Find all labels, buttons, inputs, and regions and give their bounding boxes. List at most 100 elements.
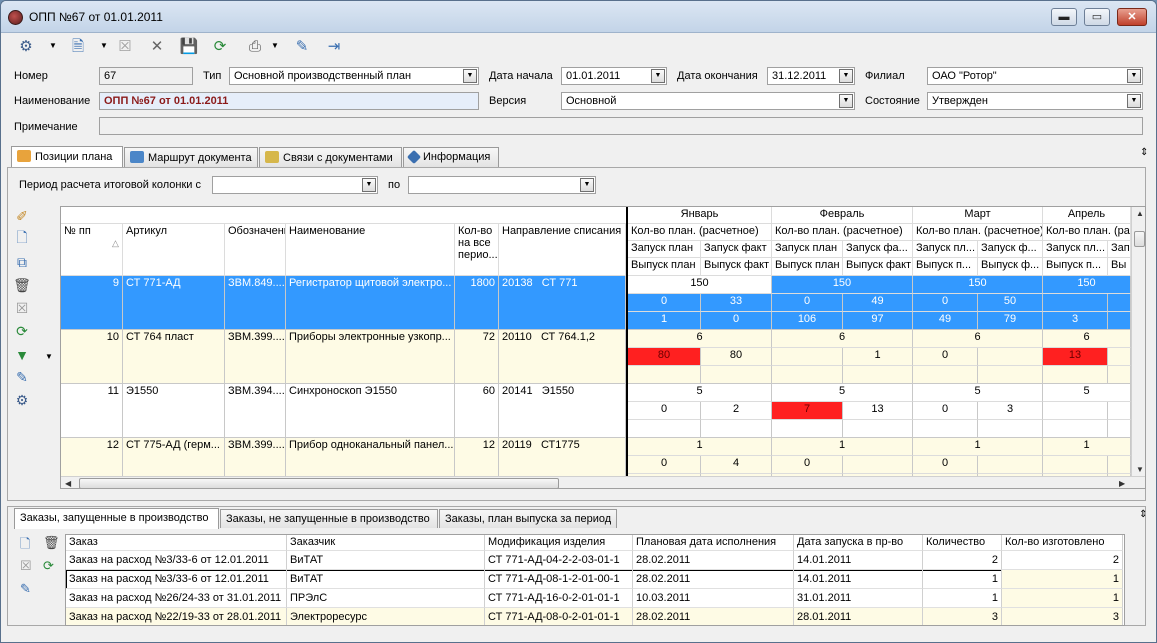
col-header-no[interactable]: № пп △ [61,224,123,276]
cell-plan[interactable]: 6 [1043,330,1131,348]
cell-launch-plan[interactable]: 80 [628,348,701,366]
edit-icon[interactable]: ✎ [291,35,313,57]
cell-release-fact[interactable] [1108,420,1131,438]
orders-cell[interactable]: Заказ на расход №3/33-6 от 12.01.2011 [66,551,287,570]
cell-launch-fact[interactable] [843,456,913,474]
cell-no[interactable]: 9 [61,276,123,330]
tab-release-plan-orders[interactable]: Заказы, план выпуска за период [439,509,617,528]
cell-release-plan[interactable] [1043,366,1108,384]
period-to-select[interactable]: ▼ [408,176,596,194]
new-document-icon[interactable]: 🗋 [20,535,30,557]
orders-cell[interactable]: Заказ на расход №22/19-33 от 28.01.2011 [66,608,287,625]
orders-cell[interactable]: 1 [923,570,1002,589]
cell-release-fact[interactable] [701,420,772,438]
cell-launch-fact[interactable] [1108,348,1131,366]
release-plan-subheader[interactable]: Выпуск п... [913,258,978,276]
scroll-thumb[interactable] [79,478,559,488]
cell-no[interactable]: 11 [61,384,123,438]
new-document-icon[interactable]: 🗋 [8,228,36,250]
cell-code[interactable]: ЗВМ.399.... [225,330,286,384]
cell-plan[interactable]: 1 [1043,438,1131,456]
state-select[interactable]: Утвержден ▼ [927,92,1143,110]
scroll-down-icon[interactable]: ▼ [1136,465,1144,474]
orders-cell[interactable]: 31.01.2011 [794,589,923,608]
document-icon[interactable]: 🗎 [67,35,89,57]
orders-cell[interactable]: ВиТАТ [287,570,485,589]
tab-document-route[interactable]: Маршрут документа [124,147,258,167]
cell-name[interactable]: Приборы электронные узкопр... [286,330,455,384]
release-fact-subheader[interactable]: Выпуск факт [701,258,772,276]
chevron-down-icon[interactable]: ▼ [362,178,376,192]
plan-subheader[interactable]: Кол-во план. (расчетное) [772,224,913,241]
cell-article[interactable]: СТ 771-АД [123,276,225,330]
cell-code[interactable]: ЗВМ.849.... [225,276,286,330]
cell-plan[interactable]: 5 [628,384,772,402]
cell-launch-fact[interactable]: 1 [843,348,913,366]
close-button[interactable]: ✕ [1117,8,1147,26]
chevron-down-icon[interactable]: ▼ [839,69,853,83]
refresh-icon[interactable]: ⟳ [209,35,231,57]
orders-cell[interactable]: СТ 771-АД-16-0-2-01-01-1 [485,589,633,608]
title-bar[interactable]: ОПП №67 от 01.01.2011 ▬ ▭ ✕ [1,1,1156,33]
cell-launch-fact[interactable]: 33 [701,294,772,312]
cancel-icon[interactable]: ☒ [8,297,36,319]
orders-cell[interactable]: ВиТАТ [287,551,485,570]
cell-plan[interactable]: 1 [913,438,1043,456]
cell-release-fact[interactable] [701,366,772,384]
plan-subheader[interactable]: Кол-во план. (расчетное) [628,224,772,241]
col-header-code[interactable]: Обозначение [225,224,286,276]
cell-launch-plan[interactable]: 0 [628,294,701,312]
maximize-button[interactable]: ▭ [1084,8,1110,26]
cell-launch-fact[interactable]: 13 [843,402,913,420]
filter-icon[interactable]: ▼ [8,344,36,366]
cell-launch-plan[interactable]: 0 [628,402,701,420]
cell-launch-fact[interactable] [978,348,1043,366]
cell-launch-plan[interactable]: 0 [772,294,843,312]
grid-vertical-scrollbar[interactable]: ▲ ▼ [1131,207,1145,476]
cell-release-plan[interactable] [913,366,978,384]
orders-cell[interactable]: Заказ на расход №3/33-6 от 12.01.2011 [66,570,287,589]
launch-fact-subheader[interactable]: Зап [1108,241,1131,258]
cell-article[interactable]: СТ 764 пласт [123,330,225,384]
release-plan-subheader[interactable]: Выпуск план [628,258,701,276]
cell-release-plan[interactable] [1043,420,1108,438]
release-fact-subheader[interactable]: Выпуск факт [843,258,913,276]
cell-direction[interactable]: 20141 Э1550 [499,384,626,438]
cell-code[interactable]: ЗВМ.394.... [225,384,286,438]
orders-cell[interactable]: 2 [1002,551,1123,570]
tab-information[interactable]: Информация [403,147,499,167]
orders-col-header[interactable]: Заказчик [287,535,485,551]
date-end-field[interactable]: 31.12.2011 ▼ [767,67,855,85]
orders-cell[interactable]: 1 [1002,589,1123,608]
grid-horizontal-scrollbar[interactable]: ◀ ▶ [61,476,1145,488]
orders-cell[interactable]: Электроресурс [287,608,485,625]
col-header-name[interactable]: Наименование [286,224,455,276]
cell-launch-fact[interactable]: 3 [978,402,1043,420]
cell-name[interactable]: Регистратор щитовой электро... [286,276,455,330]
orders-col-header[interactable]: Заказ [66,535,287,551]
orders-cell[interactable]: 2 [923,551,1002,570]
cell-launch-plan[interactable]: 0 [913,402,978,420]
tab-not-launched-orders[interactable]: Заказы, не запущенные в производство [220,509,438,528]
cell-release-plan[interactable]: 106 [772,312,843,330]
cell-qty[interactable]: 1800 [455,276,499,330]
release-fact-subheader[interactable]: Выпуск ф... [978,258,1043,276]
cell-release-fact[interactable] [843,366,913,384]
cell-launch-plan[interactable]: 7 [772,402,843,420]
orders-col-header[interactable]: Количество [923,535,1002,551]
chevron-down-icon[interactable]: ▼ [1127,69,1141,83]
edit-icon[interactable]: ✎ [8,366,36,388]
cell-release-plan[interactable]: 3 [1043,312,1108,330]
date-start-field[interactable]: 01.01.2011 ▼ [561,67,667,85]
tab-launched-orders[interactable]: Заказы, запущенные в производство [14,508,219,529]
period-from-select[interactable]: ▼ [212,176,378,194]
cell-launch-fact[interactable] [978,456,1043,474]
launch-fact-subheader[interactable]: Запуск факт [701,241,772,258]
cell-plan[interactable]: 150 [772,276,913,294]
orders-col-header[interactable]: Плановая дата исполнения [633,535,794,551]
cancel-icon[interactable]: ☒ [20,558,32,574]
settings-icon[interactable]: ⚙ [15,35,37,57]
orders-col-header[interactable]: Кол-во изготовлено [1002,535,1123,551]
cell-plan[interactable]: 6 [772,330,913,348]
col-header-qty[interactable]: Кол-во на все перио... [455,224,499,276]
